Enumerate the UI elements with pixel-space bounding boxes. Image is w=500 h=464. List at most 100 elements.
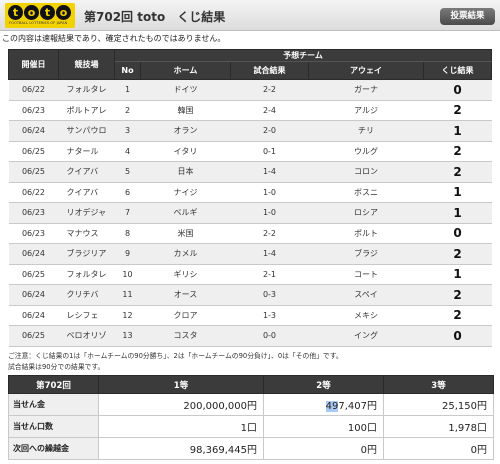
col-header-no: No bbox=[114, 61, 141, 80]
col-header-home: ホーム bbox=[140, 61, 231, 80]
match-results-table: 開催日 競技場 予想チーム No ホーム 試合結果 アウェイ くじ結果 06/2… bbox=[8, 49, 493, 347]
match-stadium: リオデジャ bbox=[58, 202, 115, 224]
match-no: 12 bbox=[114, 304, 141, 326]
match-stadium: フォルタレ bbox=[58, 263, 115, 285]
match-no: 7 bbox=[114, 202, 141, 224]
col-group-predicted-teams: 予想チーム bbox=[113, 49, 493, 62]
payout-row: 当せん金 200,000,000円 497,407円 25,150円 bbox=[8, 393, 494, 416]
logo-letter: o bbox=[56, 5, 71, 20]
match-no: 8 bbox=[114, 222, 141, 244]
lottery-result: 2 bbox=[423, 284, 492, 306]
match-score: 0-1 bbox=[230, 140, 309, 162]
lottery-result: 1 bbox=[423, 120, 492, 142]
match-stadium: クイアバ bbox=[58, 161, 115, 183]
match-date: 06/23 bbox=[8, 202, 59, 224]
payout-row-label: 当せん金 bbox=[8, 393, 99, 416]
match-score: 2-1 bbox=[230, 263, 309, 285]
payout-header-1st: 1等 bbox=[98, 375, 264, 394]
home-team: ギリシ bbox=[140, 263, 231, 285]
match-score: 2-0 bbox=[230, 120, 309, 142]
match-date: 06/24 bbox=[8, 243, 59, 265]
match-score: 2-2 bbox=[230, 222, 309, 244]
match-date: 06/25 bbox=[8, 140, 59, 162]
col-header-away: アウェイ bbox=[308, 61, 424, 80]
header-bar: toto FOOTBALL LOTTERIES OF JAPAN 第702回 t… bbox=[0, 0, 500, 31]
match-no: 11 bbox=[114, 284, 141, 306]
home-team: 韓国 bbox=[140, 99, 231, 121]
match-row: 06/22 フォルタレ 1 ドイツ 2-2 ガーナ 0 bbox=[8, 79, 492, 101]
col-header-stadium: 競技場 bbox=[58, 49, 115, 80]
match-row: 06/23 リオデジャ 7 ベルギ 1-0 ロシア 1 bbox=[8, 202, 492, 224]
match-no: 1 bbox=[114, 79, 141, 101]
home-team: カメル bbox=[140, 243, 231, 265]
payout-header-2nd: 2等 bbox=[263, 375, 384, 394]
match-no: 4 bbox=[114, 140, 141, 162]
payout-value: 0円 bbox=[383, 437, 494, 460]
match-no: 2 bbox=[114, 99, 141, 121]
home-team: オース bbox=[140, 284, 231, 306]
away-team: ウルグ bbox=[308, 140, 424, 162]
match-date: 06/22 bbox=[8, 79, 59, 101]
lottery-result: 0 bbox=[423, 222, 492, 244]
match-score: 1-0 bbox=[230, 202, 309, 224]
logo-letters: toto bbox=[8, 5, 71, 20]
away-team: ポルト bbox=[308, 222, 424, 244]
payout-header-3rd: 3等 bbox=[383, 375, 494, 394]
away-team: ロシア bbox=[308, 202, 424, 224]
payout-value: 100口 bbox=[263, 415, 384, 438]
match-score: 0-3 bbox=[230, 284, 309, 306]
match-score: 2-2 bbox=[230, 79, 309, 101]
vote-results-button[interactable]: 投票結果 bbox=[440, 8, 495, 25]
payout-row-label: 次回への繰越金 bbox=[8, 437, 99, 460]
match-score: 2-4 bbox=[230, 99, 309, 121]
payout-row: 次回への繰越金 98,369,445円 0円 0円 bbox=[8, 437, 494, 460]
match-score: 1-4 bbox=[230, 161, 309, 183]
toto-logo[interactable]: toto FOOTBALL LOTTERIES OF JAPAN bbox=[5, 3, 75, 28]
match-stadium: サンパウロ bbox=[58, 120, 115, 142]
match-row: 06/25 ナタール 4 イタリ 0-1 ウルグ 2 bbox=[8, 140, 492, 162]
match-row: 06/24 レシフェ 12 クロア 1-3 メキシ 2 bbox=[8, 304, 492, 326]
lottery-result: 1 bbox=[423, 181, 492, 203]
payout-value: 98,369,445円 bbox=[98, 437, 264, 460]
payout-value: 200,000,000円 bbox=[98, 393, 264, 416]
away-team: メキシ bbox=[308, 304, 424, 326]
lottery-result: 2 bbox=[423, 161, 492, 183]
page-title: 第702回 toto くじ結果 bbox=[84, 10, 226, 24]
score-basis-note: 試合結果は90分での結果です。 bbox=[8, 363, 105, 371]
away-team: コロン bbox=[308, 161, 424, 183]
lottery-result: 2 bbox=[423, 140, 492, 162]
lottery-result: 2 bbox=[423, 304, 492, 326]
home-team: ドイツ bbox=[140, 79, 231, 101]
match-score: 1-0 bbox=[230, 181, 309, 203]
payout-header-round: 第702回 bbox=[8, 375, 99, 394]
match-row: 06/22 クイアバ 6 ナイジ 1-0 ボスニ 1 bbox=[8, 181, 492, 203]
match-date: 06/25 bbox=[8, 161, 59, 183]
match-no: 6 bbox=[114, 181, 141, 203]
away-team: ブラジ bbox=[308, 243, 424, 265]
match-score: 0-0 bbox=[230, 325, 309, 347]
lottery-result: 1 bbox=[423, 202, 492, 224]
payout-value: 25,150円 bbox=[383, 393, 494, 416]
match-row: 06/23 ポルトアレ 2 韓国 2-4 アルジ 2 bbox=[8, 99, 492, 121]
match-row: 06/23 マナウス 8 米国 2-2 ポルト 0 bbox=[8, 222, 492, 244]
match-no: 13 bbox=[114, 325, 141, 347]
payout-value: 1,978口 bbox=[383, 415, 494, 438]
match-row: 06/24 サンパウロ 3 オラン 2-0 チリ 1 bbox=[8, 120, 492, 142]
payout-row: 当せん口数 1口 100口 1,978口 bbox=[8, 415, 494, 438]
match-stadium: マナウス bbox=[58, 222, 115, 244]
away-team: コート bbox=[308, 263, 424, 285]
match-stadium: フォルタレ bbox=[58, 79, 115, 101]
logo-letter: t bbox=[40, 5, 55, 20]
lottery-result: 0 bbox=[423, 79, 492, 101]
lottery-result: 1 bbox=[423, 263, 492, 285]
home-team: ナイジ bbox=[140, 181, 231, 203]
match-score: 1-4 bbox=[230, 243, 309, 265]
match-date: 06/22 bbox=[8, 181, 59, 203]
match-stadium: ベロオリゾ bbox=[58, 325, 115, 347]
match-stadium: ブラジリア bbox=[58, 243, 115, 265]
match-date: 06/24 bbox=[8, 120, 59, 142]
match-date: 06/25 bbox=[8, 263, 59, 285]
home-team: コスタ bbox=[140, 325, 231, 347]
col-header-result: くじ結果 bbox=[422, 61, 493, 80]
preliminary-notice: この内容は速報結果であり、確定されたものではありません。 bbox=[2, 34, 226, 43]
